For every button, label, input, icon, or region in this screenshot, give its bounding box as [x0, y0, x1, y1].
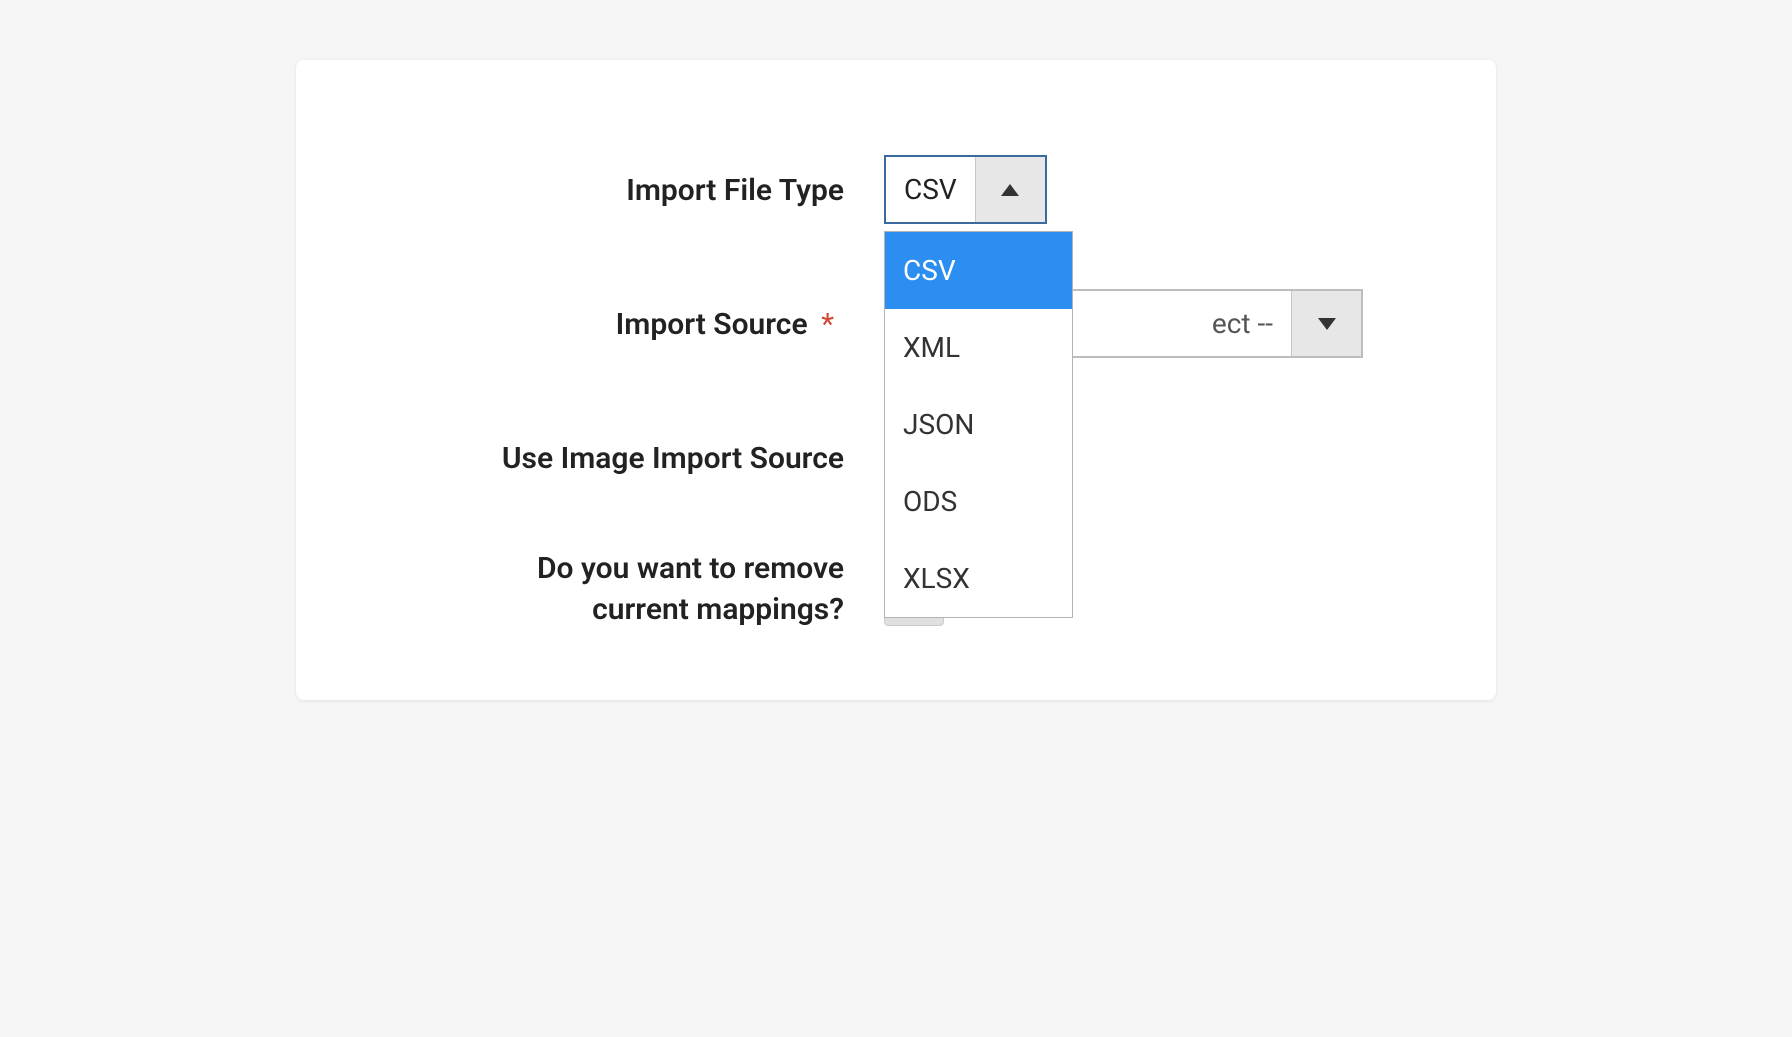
import-source-select-toggle[interactable] — [1291, 291, 1361, 356]
import-settings-panel: Import File Type CSV CSV XML JSON ODS XL… — [296, 60, 1496, 700]
file-type-select-toggle[interactable] — [975, 157, 1045, 222]
import-source-visible-text: ect -- — [1212, 307, 1273, 340]
required-asterisk: * — [821, 307, 834, 342]
label-import-file-type: Import File Type — [376, 155, 856, 208]
label-remove-mappings-line1: Do you want to remove — [537, 549, 844, 590]
file-type-select[interactable]: CSV — [884, 155, 1047, 224]
label-use-image-import-source: Use Image Import Source — [376, 423, 856, 476]
label-import-source-text: Import Source — [616, 307, 808, 342]
label-remove-mappings-line2: current mappings? — [592, 590, 844, 631]
file-type-select-value: CSV — [886, 157, 975, 222]
import-source-select-value: ect -- — [1041, 291, 1291, 356]
file-type-option-xml[interactable]: XML — [885, 309, 1072, 386]
control-remove-mappings — [856, 541, 884, 621]
file-type-option-json[interactable]: JSON — [885, 386, 1072, 463]
row-import-file-type: Import File Type CSV CSV XML JSON ODS XL… — [376, 155, 1416, 224]
label-import-source: Import Source * — [376, 289, 856, 342]
chevron-down-icon — [1318, 318, 1336, 330]
file-type-option-csv[interactable]: CSV — [885, 232, 1072, 309]
control-import-file-type: CSV CSV XML JSON ODS XLSX — [856, 155, 1047, 224]
import-source-select[interactable]: ect -- — [1039, 289, 1363, 358]
label-remove-mappings: Do you want to remove current mappings? — [376, 541, 856, 630]
file-type-dropdown: CSV XML JSON ODS XLSX — [884, 231, 1073, 618]
file-type-option-xlsx[interactable]: XLSX — [885, 540, 1072, 617]
file-type-option-ods[interactable]: ODS — [885, 463, 1072, 540]
chevron-up-icon — [1001, 184, 1019, 196]
